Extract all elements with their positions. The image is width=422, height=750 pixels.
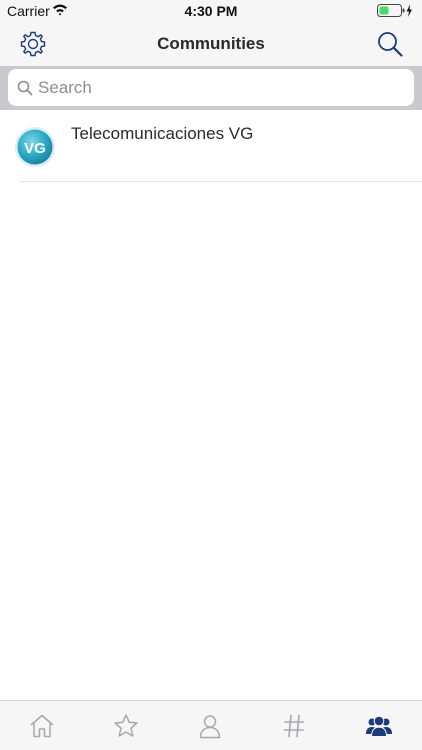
page-title: Communities bbox=[157, 34, 265, 53]
hashtag-icon bbox=[283, 714, 305, 738]
divider bbox=[20, 181, 422, 182]
search-icon bbox=[378, 32, 403, 57]
tab-communities[interactable] bbox=[365, 713, 392, 739]
list-item[interactable]: VG Telecomunicaciones VG bbox=[0, 110, 422, 182]
community-list: VG Telecomunicaciones VG bbox=[0, 110, 422, 182]
status-bar: Carrier 4:30 PM bbox=[0, 0, 422, 22]
tab-home[interactable] bbox=[29, 713, 55, 739]
community-logo: VG bbox=[14, 126, 56, 168]
communities-icon bbox=[366, 715, 392, 737]
tab-favorites[interactable] bbox=[113, 713, 139, 739]
person-icon bbox=[199, 715, 221, 739]
search-bar bbox=[0, 66, 422, 110]
search-field[interactable] bbox=[8, 69, 414, 106]
tab-hashtags[interactable] bbox=[281, 713, 307, 739]
tab-bar bbox=[0, 700, 422, 750]
star-icon bbox=[114, 714, 138, 737]
community-name: Telecomunicaciones VG bbox=[71, 124, 254, 143]
navigation-bar: Communities bbox=[0, 22, 422, 66]
status-time: 4:30 PM bbox=[184, 3, 238, 19]
home-icon bbox=[30, 714, 54, 738]
logo-text: VG bbox=[24, 140, 46, 157]
search-icon bbox=[17, 80, 33, 101]
battery-charging-icon bbox=[377, 4, 413, 23]
search-button[interactable] bbox=[376, 30, 404, 58]
tab-profile[interactable] bbox=[197, 713, 223, 739]
search-input[interactable] bbox=[38, 69, 398, 106]
